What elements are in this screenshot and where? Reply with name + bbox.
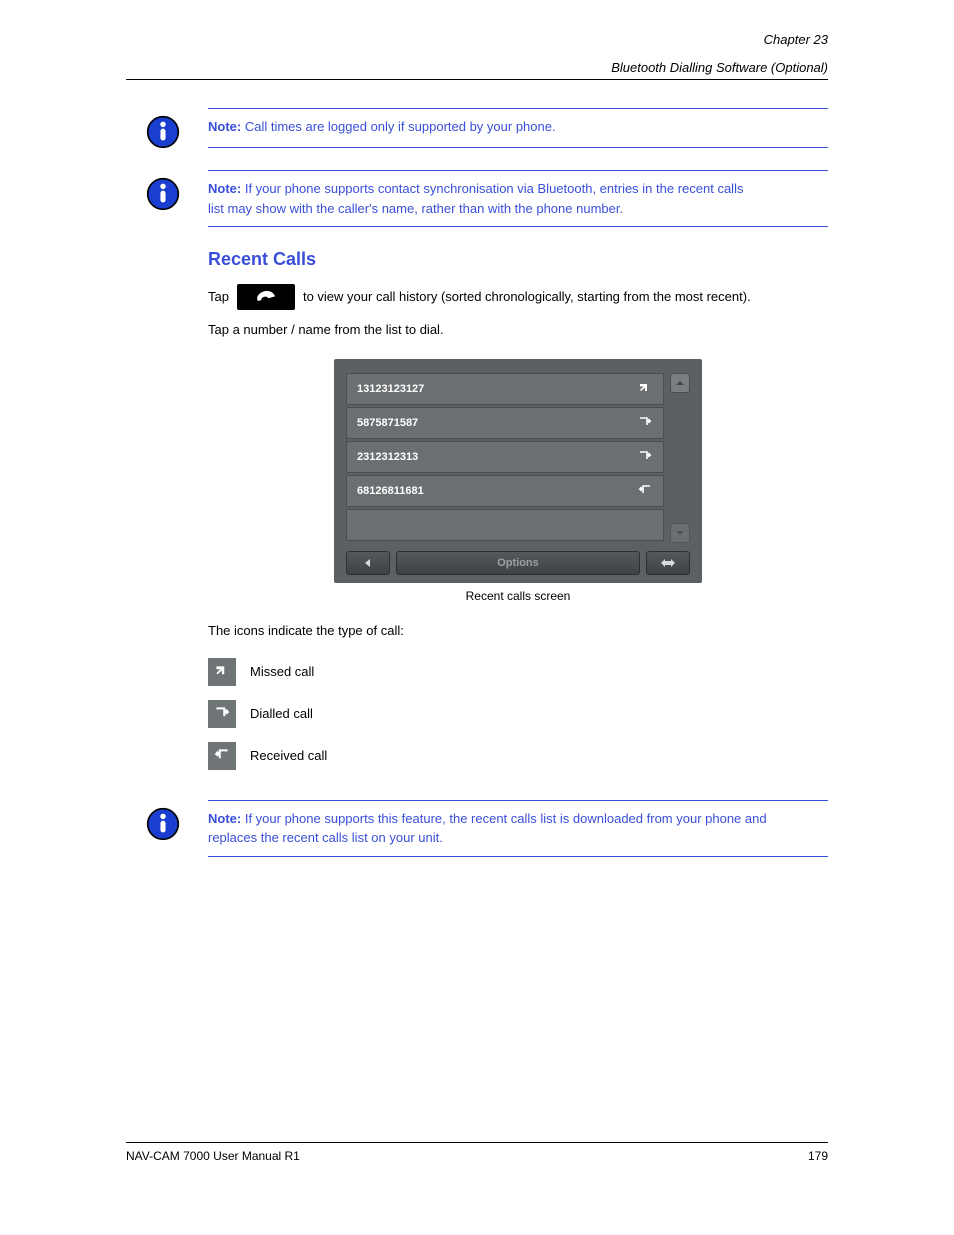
- legend-label: Missed call: [250, 664, 314, 679]
- call-row[interactable]: 5875871587: [346, 407, 664, 439]
- info-icon: [146, 115, 180, 152]
- figure-caption: Recent calls screen: [208, 589, 828, 603]
- received-call-icon: [637, 483, 653, 499]
- received-call-icon: [208, 742, 236, 770]
- icons-intro: The icons indicate the type of call:: [208, 621, 828, 642]
- missed-call-icon: [208, 658, 236, 686]
- back-softkey[interactable]: [346, 551, 390, 575]
- note-block-2: Note: If your phone supports contact syn…: [208, 170, 828, 227]
- dial-button-icon: [237, 284, 295, 310]
- intro-line-2: Tap a number / name from the list to dia…: [208, 320, 828, 341]
- intro-line: Tap to view your call history (sorted ch…: [208, 284, 828, 310]
- call-row[interactable]: 13123123127: [346, 373, 664, 405]
- legend-label: Dialled call: [250, 706, 313, 721]
- legend-row-dialled: Dialled call: [208, 700, 828, 728]
- scroll-up-button[interactable]: [670, 373, 690, 393]
- dialled-call-icon: [208, 700, 236, 728]
- footer-page-number: 179: [808, 1149, 828, 1163]
- scroll-down-button[interactable]: [670, 523, 690, 543]
- note-text: Note: If your phone supports contact syn…: [208, 179, 828, 218]
- info-icon: [146, 177, 180, 214]
- page-header: Chapter 23 Bluetooth Dialling Software (…: [126, 60, 828, 80]
- legend-label: Received call: [250, 748, 327, 763]
- note-text: Note: Call times are logged only if supp…: [208, 117, 828, 137]
- switch-softkey[interactable]: [646, 551, 690, 575]
- call-number: 68126811681: [357, 485, 424, 497]
- missed-call-icon: [637, 381, 653, 397]
- screenshot: 13123123127 5875871587 231: [208, 359, 828, 583]
- call-row[interactable]: 68126811681: [346, 475, 664, 507]
- legend-row-missed: Missed call: [208, 658, 828, 686]
- note-block-3: Note: If your phone supports this featur…: [208, 800, 828, 857]
- header-title: Bluetooth Dialling Software (Optional): [611, 60, 828, 75]
- dialled-call-icon: [637, 415, 653, 431]
- recent-calls-screen: 13123123127 5875871587 231: [334, 359, 702, 583]
- options-softkey[interactable]: Options: [396, 551, 640, 575]
- info-icon: [146, 807, 180, 844]
- section-heading: Recent Calls: [208, 249, 828, 270]
- call-number: 5875871587: [357, 417, 418, 429]
- note-block-1: Note: Call times are logged only if supp…: [208, 108, 828, 148]
- call-row[interactable]: 2312312313: [346, 441, 664, 473]
- dialled-call-icon: [637, 449, 653, 465]
- legend-row-received: Received call: [208, 742, 828, 770]
- call-row-empty: [346, 509, 664, 541]
- page-footer: NAV-CAM 7000 User Manual R1 179: [126, 1142, 828, 1163]
- footer-doc-title: NAV-CAM 7000 User Manual R1: [126, 1149, 300, 1163]
- chapter-label: Chapter 23: [764, 32, 828, 47]
- note-text: Note: If your phone supports this featur…: [208, 809, 828, 848]
- call-number: 2312312313: [357, 451, 418, 463]
- call-type-legend: Missed call Dialled call Received call: [208, 658, 828, 770]
- call-number: 13123123127: [357, 383, 424, 395]
